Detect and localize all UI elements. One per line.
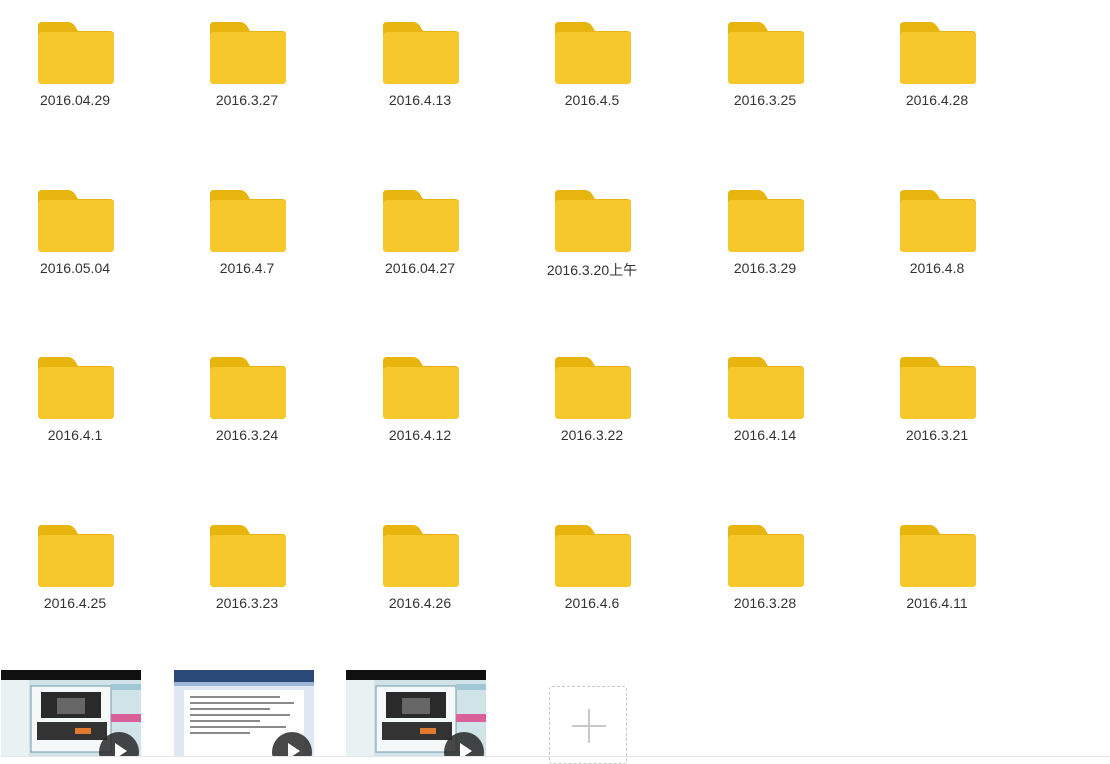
folder-label: 2016.3.22	[560, 427, 624, 443]
folder-item[interactable]: 2016.4.14	[690, 335, 840, 465]
folder-label: 2016.4.6	[564, 595, 620, 611]
divider	[0, 756, 1110, 757]
folder-label: 2016.4.8	[909, 260, 965, 276]
folder-item[interactable]: 2016.4.12	[345, 335, 495, 465]
folder-icon	[555, 357, 631, 419]
folder-label: 2016.4.13	[388, 92, 452, 108]
folder-item[interactable]: 2016.3.21	[862, 335, 1012, 465]
folder-icon	[383, 22, 459, 84]
folder-label: 2016.4.28	[905, 92, 969, 108]
folder-item[interactable]: 2016.3.24	[172, 335, 322, 465]
folder-item[interactable]: 2016.4.7	[172, 168, 322, 298]
video-thumbnail[interactable]	[346, 670, 486, 756]
folder-item[interactable]: 2016.4.11	[862, 503, 1012, 633]
folder-icon	[728, 525, 804, 587]
folder-label: 2016.4.26	[388, 595, 452, 611]
folder-icon	[555, 190, 631, 252]
folder-item[interactable]: 2016.3.23	[172, 503, 322, 633]
file-grid: 2016.04.29 2016.3.27 2016.4.13 2016.4.5 2016…	[0, 0, 1110, 763]
folder-icon	[383, 190, 459, 252]
folder-label: 2016.4.25	[43, 595, 107, 611]
folder-label: 2016.3.29	[733, 260, 797, 276]
folder-item[interactable]: 2016.4.25	[0, 503, 150, 633]
folder-icon	[38, 22, 114, 84]
folder-label: 2016.3.25	[733, 92, 797, 108]
folder-item[interactable]: 2016.4.8	[862, 168, 1012, 298]
folder-icon	[383, 357, 459, 419]
folder-item[interactable]: 2016.4.13	[345, 0, 495, 130]
folder-item[interactable]: 2016.3.29	[690, 168, 840, 298]
video-thumbnail[interactable]	[1, 670, 141, 756]
folder-icon	[210, 22, 286, 84]
folder-label: 2016.3.21	[905, 427, 969, 443]
folder-item[interactable]: 2016.3.27	[172, 0, 322, 130]
folder-icon	[210, 190, 286, 252]
folder-label: 2016.04.27	[384, 260, 456, 276]
folder-label: 2016.3.20上午	[546, 262, 638, 278]
folder-icon	[38, 525, 114, 587]
folder-icon	[728, 357, 804, 419]
plus-icon	[588, 709, 590, 743]
folder-icon	[210, 357, 286, 419]
folder-icon	[900, 357, 976, 419]
folder-icon	[38, 190, 114, 252]
folder-item[interactable]: 2016.4.1	[0, 335, 150, 465]
folder-label: 2016.05.04	[39, 260, 111, 276]
folder-label: 2016.3.24	[215, 427, 279, 443]
folder-label: 2016.4.14	[733, 427, 797, 443]
folder-item[interactable]: 2016.4.6	[517, 503, 667, 633]
folder-item[interactable]: 2016.04.27	[345, 168, 495, 298]
folder-item[interactable]: 2016.4.26	[345, 503, 495, 633]
folder-icon	[900, 22, 976, 84]
folder-item[interactable]: 2016.04.29	[0, 0, 150, 130]
add-file-button[interactable]	[549, 686, 627, 764]
folder-icon	[728, 190, 804, 252]
folder-icon	[900, 525, 976, 587]
folder-icon	[383, 525, 459, 587]
folder-label: 2016.4.11	[906, 595, 968, 611]
folder-icon	[555, 525, 631, 587]
folder-label: 2016.4.1	[47, 427, 103, 443]
folder-item[interactable]: 2016.4.28	[862, 0, 1012, 130]
video-thumbnail[interactable]	[174, 670, 314, 756]
folder-label: 2016.3.28	[733, 595, 797, 611]
folder-item[interactable]: 2016.3.28	[690, 503, 840, 633]
folder-icon	[555, 22, 631, 84]
folder-label: 2016.3.27	[215, 92, 279, 108]
folder-item[interactable]: 2016.3.22	[517, 335, 667, 465]
folder-label: 2016.3.23	[215, 595, 279, 611]
folder-label: 2016.4.5	[564, 92, 620, 108]
folder-item[interactable]: 2016.05.04	[0, 168, 150, 298]
folder-label: 2016.4.12	[388, 427, 452, 443]
folder-icon	[728, 22, 804, 84]
folder-item[interactable]: 2016.3.20上午	[517, 168, 667, 298]
folder-icon	[38, 357, 114, 419]
folder-icon	[900, 190, 976, 252]
folder-label: 2016.04.29	[39, 92, 111, 108]
folder-item[interactable]: 2016.3.25	[690, 0, 840, 130]
folder-label: 2016.4.7	[219, 260, 275, 276]
folder-icon	[210, 525, 286, 587]
folder-item[interactable]: 2016.4.5	[517, 0, 667, 130]
